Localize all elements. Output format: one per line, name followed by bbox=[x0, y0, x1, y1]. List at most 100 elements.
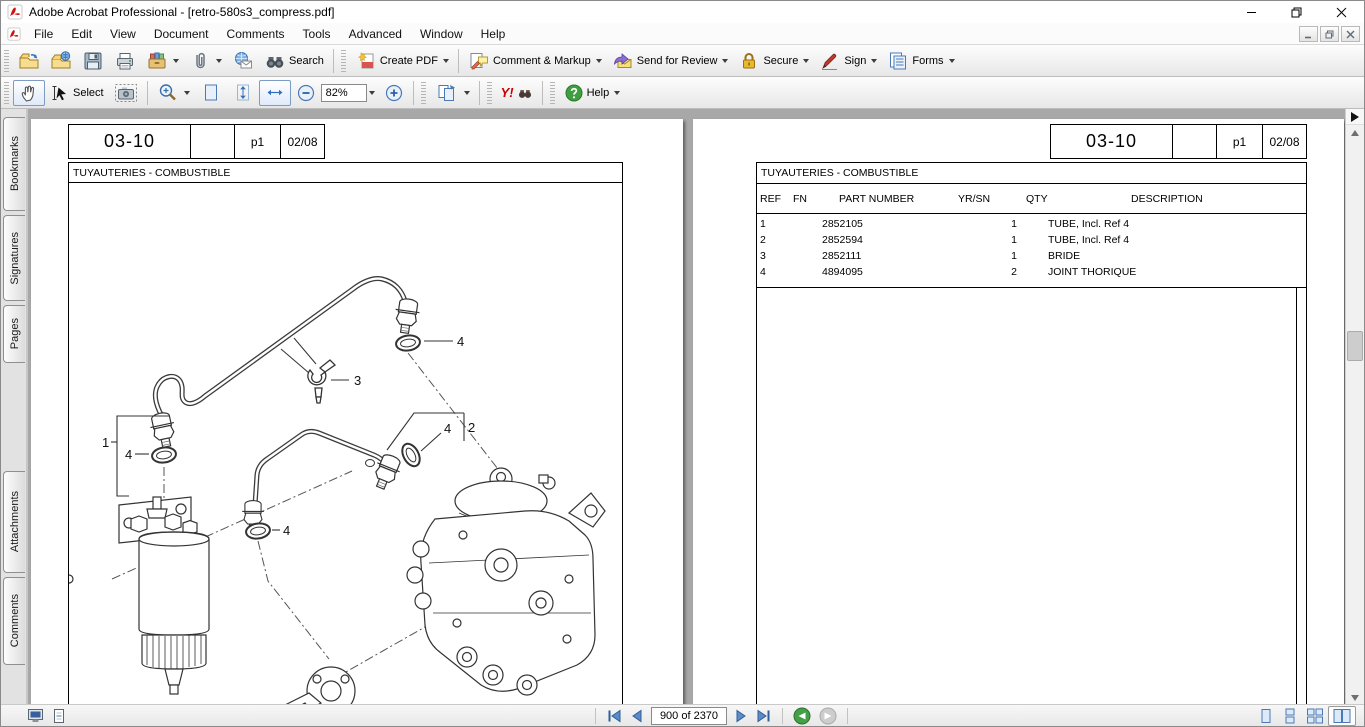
col-header-description: DESCRIPTION bbox=[1131, 193, 1203, 205]
menu-file[interactable]: File bbox=[25, 25, 62, 43]
page-number-field[interactable] bbox=[651, 707, 727, 725]
single-page-layout-button[interactable] bbox=[1254, 706, 1278, 726]
zoom-out-button[interactable] bbox=[291, 80, 321, 106]
navigation-tab-strip: Bookmarks Signatures Pages Attachments C… bbox=[1, 109, 28, 706]
zoom-level-field[interactable] bbox=[321, 84, 367, 102]
toolbar-grip[interactable] bbox=[4, 50, 9, 72]
fit-width-button[interactable] bbox=[259, 80, 291, 106]
table-row: 1 2852105 1 TUBE, Incl. Ref 4 bbox=[757, 218, 1306, 232]
scroll-up-button[interactable] bbox=[1346, 125, 1364, 141]
menu-advanced[interactable]: Advanced bbox=[340, 25, 411, 43]
menu-tools[interactable]: Tools bbox=[294, 25, 340, 43]
vertical-scrollbar[interactable] bbox=[1345, 109, 1364, 706]
zoom-tool-button[interactable] bbox=[152, 80, 195, 106]
dropdown-arrow-icon[interactable] bbox=[722, 59, 728, 63]
first-page-button[interactable] bbox=[602, 706, 626, 726]
toolbar-separator bbox=[458, 49, 459, 73]
dropdown-arrow-icon[interactable] bbox=[614, 91, 620, 95]
sign-button[interactable]: Sign bbox=[814, 48, 882, 74]
folder-globe-icon bbox=[50, 50, 72, 72]
status-bar bbox=[1, 704, 1364, 726]
comment-markup-button[interactable]: Comment & Markup bbox=[463, 48, 607, 74]
snapshot-tool-button[interactable] bbox=[109, 80, 143, 106]
dropdown-arrow-icon[interactable] bbox=[184, 91, 190, 95]
hand-tool-button[interactable] bbox=[13, 80, 45, 106]
toolbar-grip[interactable] bbox=[487, 82, 492, 104]
minimize-button[interactable] bbox=[1229, 1, 1274, 23]
menu-help[interactable]: Help bbox=[472, 25, 515, 43]
actual-size-button[interactable] bbox=[195, 80, 227, 106]
dropdown-arrow-icon[interactable] bbox=[173, 59, 179, 63]
menu-view[interactable]: View bbox=[101, 25, 145, 43]
last-page-button[interactable] bbox=[752, 706, 776, 726]
send-review-button[interactable]: Send for Review bbox=[607, 48, 734, 74]
table-row: 4 4894095 2 JOINT THORIQUE bbox=[757, 266, 1306, 280]
print-button[interactable] bbox=[109, 48, 141, 74]
yahoo-search-button[interactable]: Y! bbox=[496, 80, 538, 106]
menu-window[interactable]: Window bbox=[411, 25, 472, 43]
attach-button[interactable] bbox=[184, 48, 227, 74]
secure-button[interactable]: Secure bbox=[733, 48, 814, 74]
hand-icon bbox=[18, 82, 40, 104]
fit-page-icon bbox=[232, 82, 254, 104]
toolbar-separator bbox=[479, 81, 480, 105]
page-display-button[interactable] bbox=[430, 80, 475, 106]
previous-view-button[interactable] bbox=[789, 706, 815, 726]
open-web-button[interactable] bbox=[45, 48, 77, 74]
email-button[interactable] bbox=[227, 48, 259, 74]
menu-edit[interactable]: Edit bbox=[62, 25, 101, 43]
continuous-facing-layout-button[interactable] bbox=[1302, 706, 1328, 726]
search-button[interactable]: Search bbox=[259, 48, 329, 74]
dropdown-arrow-icon[interactable] bbox=[803, 59, 809, 63]
save-button[interactable] bbox=[77, 48, 109, 74]
doc-minimize-button[interactable] bbox=[1299, 26, 1318, 42]
toolbar-grip[interactable] bbox=[550, 82, 555, 104]
previous-page-button[interactable] bbox=[626, 706, 647, 726]
tab-signatures[interactable]: Signatures bbox=[3, 215, 25, 301]
help-button[interactable]: Help bbox=[559, 80, 626, 106]
tab-comments[interactable]: Comments bbox=[3, 577, 25, 665]
restore-button[interactable] bbox=[1274, 1, 1319, 23]
col-header-ref: REF bbox=[760, 193, 781, 205]
doc-restore-button[interactable] bbox=[1320, 26, 1339, 42]
fit-page-button[interactable] bbox=[227, 80, 259, 106]
fullscreen-mode-button[interactable] bbox=[23, 706, 48, 726]
menu-document[interactable]: Document bbox=[145, 25, 218, 43]
create-pdf-button[interactable]: Create PDF bbox=[350, 48, 454, 74]
organizer-button[interactable] bbox=[141, 48, 184, 74]
tab-attachments[interactable]: Attachments bbox=[3, 471, 25, 573]
close-button[interactable] bbox=[1319, 1, 1364, 23]
tab-bookmarks[interactable]: Bookmarks bbox=[3, 117, 25, 211]
next-view-button[interactable] bbox=[815, 706, 841, 726]
sheet-number: p1 bbox=[234, 125, 280, 158]
dropdown-arrow-icon[interactable] bbox=[596, 59, 602, 63]
zoom-dropdown-arrow-icon[interactable] bbox=[369, 91, 375, 95]
blank-cell bbox=[1172, 125, 1216, 158]
facing-layout-button[interactable] bbox=[1328, 706, 1356, 726]
dropdown-arrow-icon[interactable] bbox=[871, 59, 877, 63]
dropdown-arrow-icon[interactable] bbox=[464, 91, 470, 95]
select-tool-button[interactable]: Select bbox=[45, 80, 109, 106]
magnifier-plus-icon bbox=[157, 82, 179, 104]
continuous-layout-button[interactable] bbox=[1278, 706, 1302, 726]
open-button[interactable] bbox=[13, 48, 45, 74]
scrollbar-thumb[interactable] bbox=[1347, 331, 1363, 361]
panel-collapse-arrow-button[interactable] bbox=[1346, 109, 1364, 125]
page-size-indicator-button[interactable] bbox=[48, 706, 70, 726]
tab-pages[interactable]: Pages bbox=[3, 305, 25, 363]
forms-button[interactable]: Forms bbox=[882, 48, 959, 74]
paperclip-icon bbox=[189, 50, 211, 72]
send-review-icon bbox=[612, 50, 634, 72]
next-page-button[interactable] bbox=[731, 706, 752, 726]
yahoo-logo: Y! bbox=[501, 85, 514, 100]
toolbar-grip[interactable] bbox=[341, 50, 346, 72]
toolbar-grip[interactable] bbox=[4, 82, 9, 104]
dropdown-arrow-icon[interactable] bbox=[949, 59, 955, 63]
toolbar-grip[interactable] bbox=[421, 82, 426, 104]
doc-close-button[interactable] bbox=[1341, 26, 1360, 42]
zoom-in-button[interactable] bbox=[379, 80, 409, 106]
table-row: 2 2852594 1 TUBE, Incl. Ref 4 bbox=[757, 234, 1306, 248]
dropdown-arrow-icon[interactable] bbox=[216, 59, 222, 63]
dropdown-arrow-icon[interactable] bbox=[443, 59, 449, 63]
menu-comments[interactable]: Comments bbox=[218, 25, 294, 43]
